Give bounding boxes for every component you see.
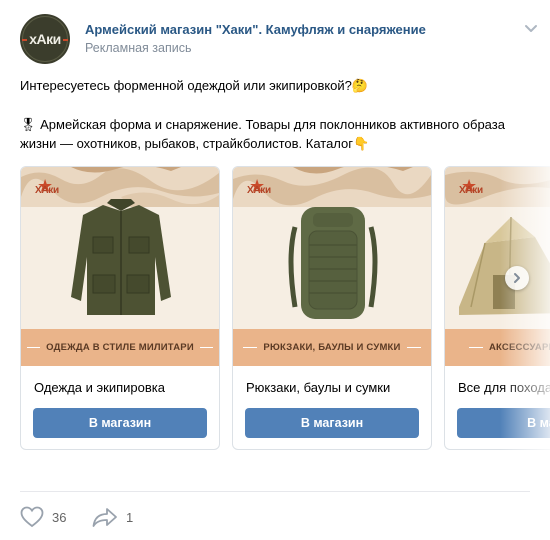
product-carousel: ★ ХАки ОДЕЖДА В СТИЛЕ МИЛИТАРИ Одежда и …: [20, 166, 550, 452]
card-banner-text: ОДЕЖДА В СТИЛЕ МИЛИТАРИ: [46, 342, 194, 353]
community-name-link[interactable]: Армейский магазин "Хаки". Камуфляж и сна…: [85, 22, 426, 37]
shop-logo: ★ ХАки: [31, 177, 65, 201]
carousel-next-button[interactable]: [505, 266, 529, 290]
ad-label: Рекламная запись: [85, 41, 192, 55]
shop-logo-text: ХАки: [247, 185, 271, 196]
chevron-down-icon[interactable]: [524, 24, 538, 34]
chevron-right-icon: [514, 273, 520, 283]
share-count: 1: [126, 509, 134, 525]
card-banner-text: АКСЕССУАРЫ Д: [489, 342, 550, 353]
product-card-clothing[interactable]: ★ ХАки ОДЕЖДА В СТИЛЕ МИЛИТАРИ Одежда и …: [20, 166, 220, 450]
card-image: ★ ХАки АКСЕССУАРЫ Д: [445, 167, 550, 366]
card-banner: РЮКЗАКИ, БАУЛЫ И СУМКИ: [233, 329, 431, 366]
like-count: 36: [52, 509, 67, 525]
product-card-backpacks[interactable]: ★ ХАки РЮКЗАКИ, БАУЛЫ И СУМКИ Рюкзаки, б…: [232, 166, 432, 450]
card-image: ★ ХАки ОДЕЖДА В СТИЛЕ МИЛИТАРИ: [21, 167, 219, 366]
backpack-image: [288, 207, 378, 319]
shop-logo-text: ХАки: [35, 185, 59, 196]
like-button[interactable]: 36: [20, 505, 66, 529]
card-banner-text: РЮКЗАКИ, БАУЛЫ И СУМКИ: [263, 342, 401, 353]
jacket-image: [71, 199, 171, 315]
shop-button[interactable]: В маг: [457, 408, 550, 438]
card-title: Одежда и экипировка: [34, 380, 165, 395]
card-title: Рюкзаки, баулы и сумки: [246, 380, 391, 395]
tent-image: [459, 216, 550, 315]
product-card-hiking[interactable]: ★ ХАки АКСЕССУАРЫ Д Все для похода В маг: [444, 166, 550, 450]
share-icon: [92, 508, 117, 527]
shop-button[interactable]: В магазин: [245, 408, 419, 438]
shop-logo: ★ ХАки: [243, 177, 277, 201]
card-image: ★ ХАки РЮКЗАКИ, БАУЛЫ И СУМКИ: [233, 167, 431, 366]
heart-icon: [20, 506, 44, 528]
avatar-logo-text: хАки: [22, 31, 68, 47]
divider: [20, 491, 530, 492]
shop-logo-text: ХАки: [459, 185, 483, 196]
card-banner: АКСЕССУАРЫ Д: [445, 329, 550, 366]
share-button[interactable]: 1: [92, 505, 133, 529]
post-text-line-2: 🎖 Армейская форма и снаряжение. Товары д…: [20, 117, 505, 151]
card-title: Все для похода: [458, 380, 550, 395]
post-header: хАки Армейский магазин "Хаки". Камуфляж …: [20, 14, 540, 64]
card-banner: ОДЕЖДА В СТИЛЕ МИЛИТАРИ: [21, 329, 219, 366]
shop-button[interactable]: В магазин: [33, 408, 207, 438]
community-avatar[interactable]: хАки: [20, 14, 70, 64]
post-text-line-1: Интересуетесь форменной одеждой или экип…: [20, 78, 369, 93]
